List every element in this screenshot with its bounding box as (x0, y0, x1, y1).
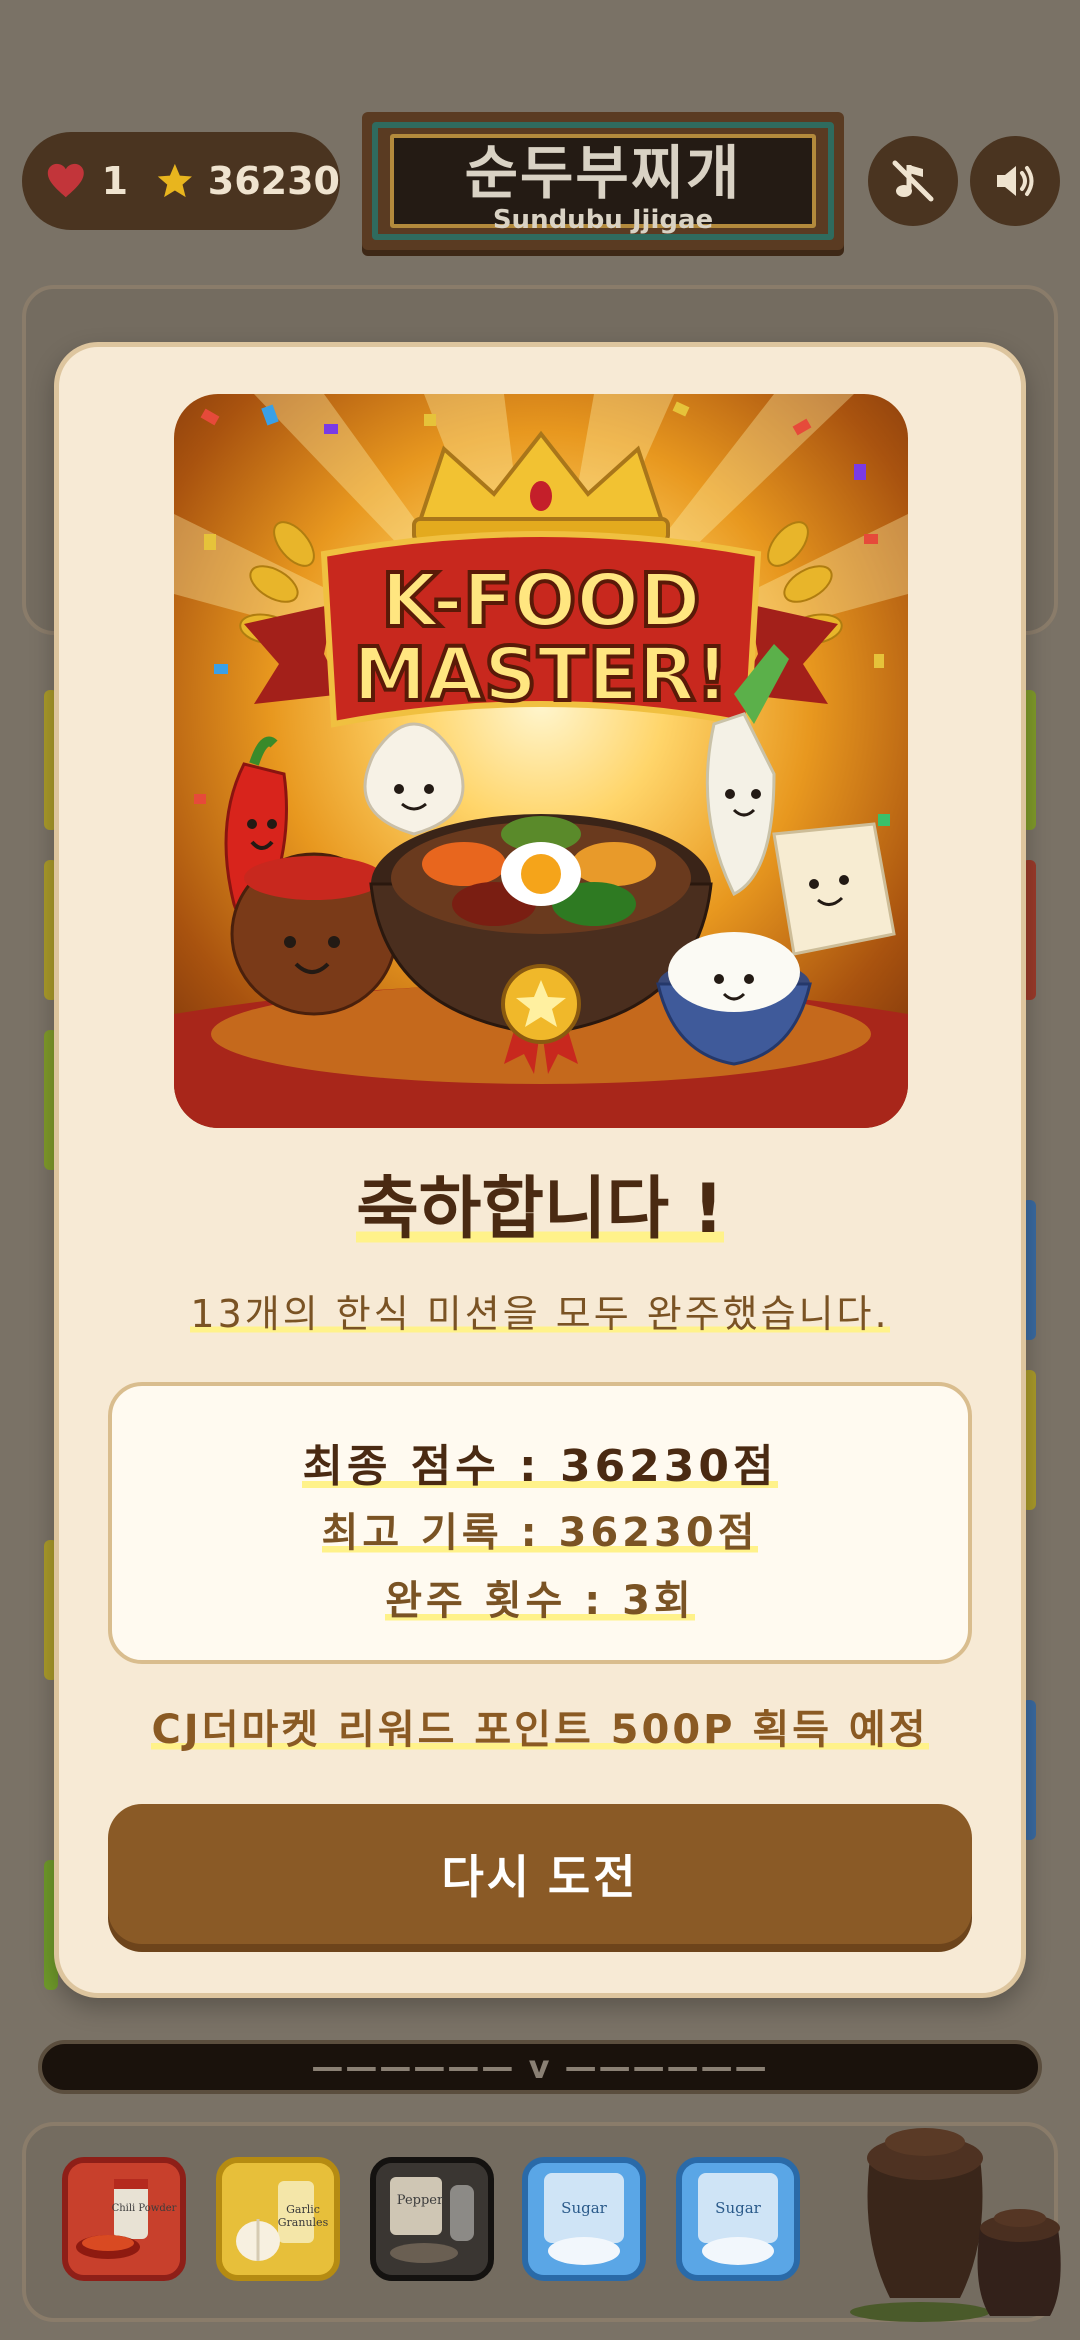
ingredient-slot-chili-powder[interactable]: Chili Powder (62, 2157, 186, 2281)
mission-complete-text: 13개의 한식 미션을 모두 완주했습니다. (0, 1284, 1080, 1344)
banner-line2: MASTER! (353, 632, 729, 718)
best-record: 최고 기록 : 36230점 (0, 1500, 1080, 1558)
completion-count-text: 완주 횟수 : 3회 (385, 1578, 695, 1624)
final-score: 최종 점수 : 36230점 (0, 1430, 1080, 1494)
music-toggle-button[interactable] (868, 136, 958, 226)
reward-notice: CJ더마켓 리워드 포인트 500P 획득 예정 (0, 1700, 1080, 1760)
slot-label: Garlic Granules (277, 2203, 329, 2229)
reward-notice-text: CJ더마켓 리워드 포인트 500P 획득 예정 (151, 1707, 929, 1753)
congrats-heading: 축하합니다 ! (0, 1168, 1080, 1252)
completion-count: 완주 횟수 : 3회 (0, 1568, 1080, 1626)
trophy-banner-icon: K-FOOD MASTER! (174, 394, 908, 1128)
speaker-icon (997, 166, 1034, 196)
sugar-pack-icon (682, 2163, 794, 2275)
game-subtitle: Sundubu Jjigae (492, 205, 714, 235)
best-record-text: 최고 기록 : 36230점 (321, 1510, 759, 1556)
ingredient-slot-garlic[interactable]: Garlic Granules (216, 2157, 340, 2281)
sugar-pack-icon (528, 2163, 640, 2275)
slot-label: Pepper (396, 2193, 444, 2208)
game-title: 순두부찌개 (464, 139, 742, 207)
sound-toggle-button[interactable] (970, 136, 1060, 226)
slot-label: Sugar (561, 2199, 607, 2217)
chili-powder-jar-icon (68, 2163, 180, 2275)
score-count: 36230 (207, 159, 340, 203)
lives-count: 1 (101, 159, 129, 203)
slot-label: Sugar (715, 2199, 761, 2217)
retry-button[interactable]: 다시 도전 (108, 1804, 972, 1944)
k-food-master-illustration: K-FOOD MASTER! (174, 394, 908, 1128)
music-off-icon (892, 160, 934, 202)
ingredient-slot-pepper[interactable]: Pepper (370, 2157, 494, 2281)
congrats-heading-text: 축하합니다 ! (356, 1170, 724, 1249)
ingredient-slot-sugar-2[interactable]: Sugar (676, 2157, 800, 2281)
heart-icon (47, 163, 84, 198)
ticker-bar: —————— v —————— (38, 2040, 1042, 2094)
pepper-shaker-icon (376, 2163, 488, 2275)
ingredient-slot-sugar-1[interactable]: Sugar (522, 2157, 646, 2281)
slot-label: Chili Powder (111, 2203, 177, 2214)
mission-complete-label: 13개의 한식 미션을 모두 완주했습니다. (190, 1292, 890, 1336)
game-title-plate: 순두부찌개 Sundubu Jjigae (362, 112, 844, 250)
onggi-jars-icon (850, 2128, 1061, 2322)
final-score-text: 최종 점수 : 36230점 (302, 1441, 778, 1492)
star-icon (157, 163, 192, 198)
stats-pill: 1 36230 (22, 132, 340, 230)
